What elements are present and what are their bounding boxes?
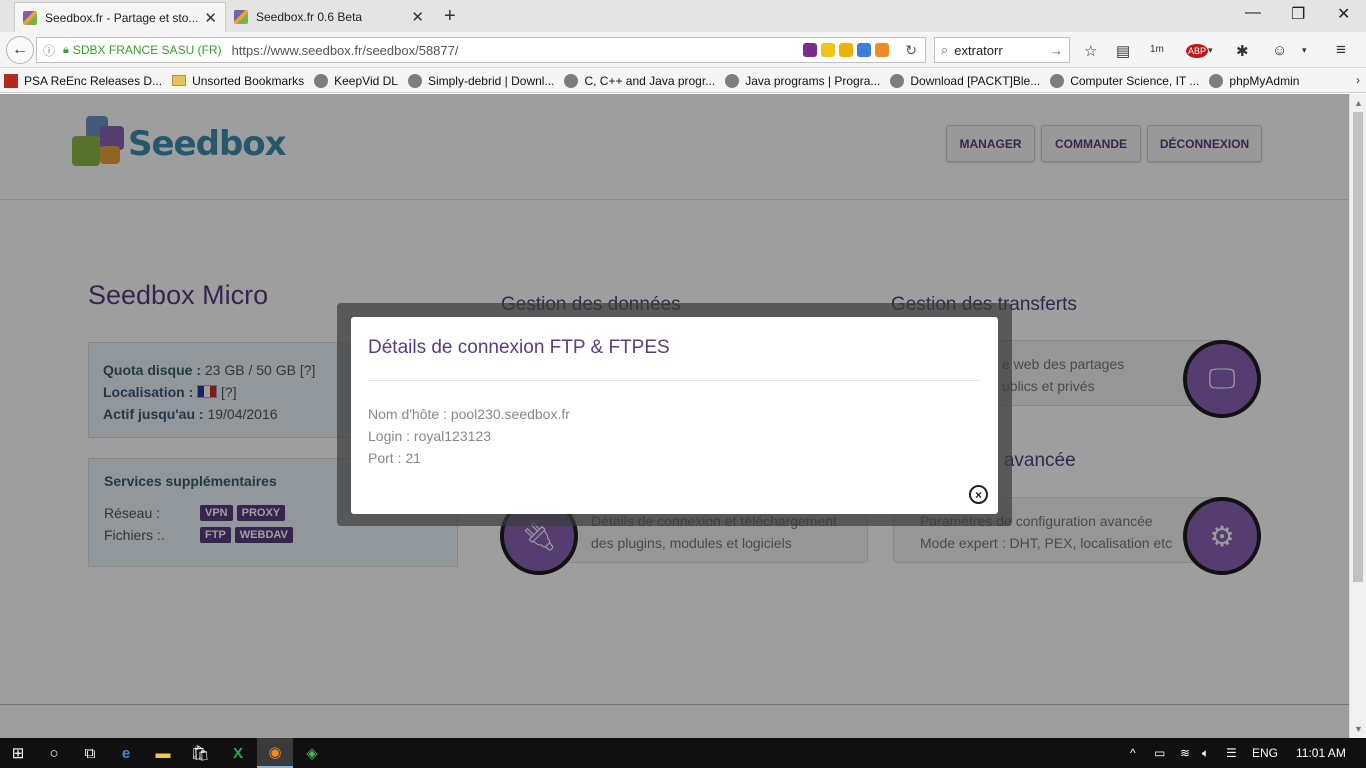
search-input[interactable]: extratorr [954,43,1002,58]
modal-divider [368,380,981,381]
folder-icon [172,75,187,86]
globe-icon [1050,73,1065,88]
app-icon[interactable]: ◈ [294,738,330,768]
close-icon[interactable]: × [969,485,988,504]
close-tab-icon[interactable]: ✕ [204,9,217,27]
wifi-icon[interactable]: ≋ [1180,746,1190,760]
windows-taskbar: ⊞ ○ ⧉ e ▬ 🛍︎ X ◉ ◈ ^ ▭ ≋ 🔈︎ ☰ ENG 11:01 … [0,738,1366,768]
x-extension-icon[interactable] [839,43,853,57]
windows-start-icon[interactable]: ⊞ [0,738,36,768]
globe-icon [314,73,329,88]
scroll-up-icon[interactable]: ▲ [1354,98,1363,108]
chevron-right-icon[interactable]: › [1356,73,1360,87]
search-go-icon[interactable]: → [1050,43,1063,58]
padlock-icon[interactable] [821,43,835,57]
globe-icon [1209,73,1224,88]
chevron-down-icon[interactable]: ▾ [1208,45,1213,56]
bookmark-item[interactable]: phpMyAdmin [1209,73,1300,88]
info-icon[interactable]: ⓘ [43,42,55,59]
bookmark-label: Unsorted Bookmarks [192,73,305,88]
firefox-icon[interactable]: ◉ [257,738,293,768]
ftp-details-modal: Détails de connexion FTP & FTPES Nom d'h… [351,317,998,514]
edge-icon[interactable]: e [108,738,144,768]
excel-icon[interactable]: X [220,738,256,768]
seedbox-favicon-icon [234,10,248,24]
arrow-left-icon: ← [12,41,28,58]
bookmark-label: Computer Science, IT ... [1070,73,1200,88]
url-text[interactable]: https://www.seedbox.fr/seedbox/58877/ [232,43,459,58]
bookmark-label: Simply-debrid | Downl... [427,73,555,88]
search-bar[interactable]: ⌕ extratorr → [934,37,1070,63]
bookmark-item[interactable]: KeepVid DL [314,73,398,88]
tab-title: Seedbox.fr 0.6 Beta [256,10,363,24]
battery-icon[interactable]: ▭ [1154,746,1165,760]
bookmark-item[interactable]: Computer Science, IT ... [1050,73,1200,88]
minimize-button[interactable]: — [1245,4,1261,22]
chevron-down-icon[interactable]: ▾ [1302,45,1307,56]
seedbox-favicon-icon [23,10,37,25]
bookmark-label: Java programs | Progra... [745,73,881,88]
store-icon[interactable]: 🛍︎ [182,738,218,768]
back-button[interactable]: ← [6,36,34,64]
scrollbar-thumb[interactable] [1353,112,1363,582]
tab-seedbox-beta[interactable]: Seedbox.fr 0.6 Beta ✕ [226,2,432,32]
bookmark-folder[interactable]: Unsorted Bookmarks [172,74,304,88]
adblock-icon[interactable]: ABP [1186,44,1209,58]
cortana-icon[interactable]: ○ [36,738,72,768]
close-window-button[interactable]: ✕ [1337,4,1350,24]
menu-icon[interactable]: ≡ [1336,40,1346,60]
bookmark-label: PSA ReEnc Releases D... [24,73,163,88]
bookmark-item[interactable]: Simply-debrid | Downl... [407,73,555,88]
url-extension-icons [803,43,889,57]
file-explorer-icon[interactable]: ▬ [145,738,181,768]
lock-icon: 🔒︎ [63,43,69,56]
bookmark-item[interactable]: PSA ReEnc Releases D... [4,73,163,88]
globe-icon [407,73,422,88]
close-tab-icon[interactable]: ✕ [411,8,424,26]
bookmark-label: KeepVid DL [334,73,398,88]
reload-icon[interactable]: ↻ [905,42,917,59]
bookmark-item[interactable]: C, C++ and Java progr... [564,73,716,88]
modal-title: Détails de connexion FTP & FTPES [368,337,670,358]
globe-icon [890,73,905,88]
bookmark-label: C, C++ and Java progr... [584,73,716,88]
chevron-up-icon[interactable]: ^ [1130,746,1136,760]
one-minute-icon[interactable]: 1m [1150,44,1164,55]
notification-icon[interactable]: ☰ [1226,746,1237,760]
login-line: Login : royal123123 [368,428,491,444]
url-bar[interactable]: ⓘ 🔒︎ SDBX FRANCE SASU (FR) https://www.s… [36,37,926,63]
maximize-button[interactable]: ❐ [1291,4,1305,24]
search-icon: ⌕ [941,42,949,57]
modal-body: Nom d'hôte : pool230.seedbox.fr Login : … [368,403,570,469]
psa-icon [4,73,18,88]
navigation-toolbar: ← ⓘ 🔒︎ SDBX FRANCE SASU (FR) https://www… [0,32,1366,68]
monkey-icon[interactable]: ☺ [1272,42,1287,59]
reading-list-icon[interactable]: ▤ [1116,42,1130,60]
scroll-down-icon[interactable]: ▼ [1354,724,1363,734]
feather-icon[interactable] [803,43,817,57]
globe-icon [564,73,579,88]
language-indicator[interactable]: ENG [1252,746,1278,760]
chart-icon[interactable] [875,43,889,57]
globe-icon [725,73,740,88]
bookmark-label: Download [PACKT]Ble... [910,73,1041,88]
site-identity[interactable]: SDBX FRANCE SASU (FR) [73,43,222,57]
bookmark-item[interactable]: Download [PACKT]Ble... [890,73,1041,88]
new-tab-button[interactable]: + [444,5,456,28]
tab-seedbox-partage[interactable]: Seedbox.fr - Partage et sto... ✕ [14,2,226,32]
tab-title: Seedbox.fr - Partage et sto... [45,10,199,25]
bookmarks-bar: PSA ReEnc Releases D... Unsorted Bookmar… [0,69,1366,93]
task-view-icon[interactable]: ⧉ [72,738,108,768]
colorful-extension-icon[interactable]: ✱ [1236,42,1249,60]
clock[interactable]: 11:01 AM [1296,746,1346,760]
bookmark-star-icon[interactable]: ☆ [1084,42,1097,60]
bookmark-item[interactable]: Java programs | Progra... [725,73,881,88]
bookmark-label: phpMyAdmin [1229,73,1300,88]
hostname-line: Nom d'hôte : pool230.seedbox.fr [368,406,570,422]
port-line: Port : 21 [368,450,421,466]
wave-icon[interactable] [857,43,871,57]
volume-icon[interactable]: 🔈︎ [1202,746,1209,761]
tab-strip: Seedbox.fr - Partage et sto... ✕ Seedbox… [0,0,1366,32]
page-scrollbar[interactable]: ▲ ▼ [1349,94,1366,738]
